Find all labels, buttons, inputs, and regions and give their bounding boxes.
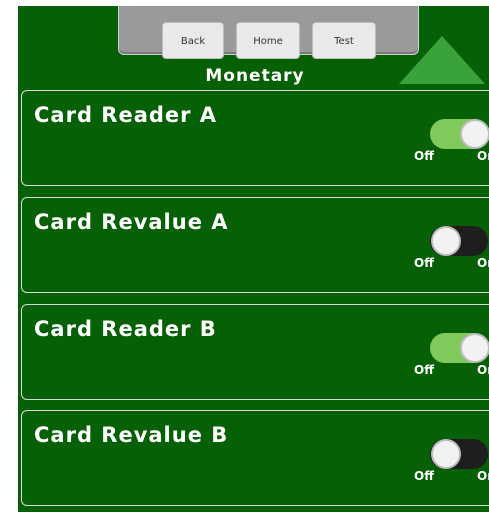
card-title: Card Revalue A	[34, 210, 229, 234]
toggle-off-label: Off	[414, 363, 434, 377]
card-title: Card Reader B	[34, 317, 217, 341]
toggle-switch[interactable]: Off On	[407, 224, 489, 276]
test-button[interactable]: Test	[312, 22, 376, 59]
home-button[interactable]: Home	[236, 22, 300, 59]
toggle-off-label: Off	[414, 149, 434, 163]
toggle-knob[interactable]	[431, 439, 461, 469]
toggle-track[interactable]	[430, 119, 489, 149]
toggle-knob[interactable]	[460, 333, 489, 363]
up-arrow-icon[interactable]	[399, 36, 485, 84]
toggle-off-label: Off	[414, 469, 434, 483]
back-button[interactable]: Back	[162, 22, 224, 59]
setting-card-card-reader-b: Card Reader B Off On	[21, 304, 489, 400]
toggle-on-label: On	[477, 363, 489, 377]
card-title: Card Revalue B	[34, 423, 229, 447]
card-title: Card Reader A	[34, 103, 218, 127]
setting-card-card-revalue-b: Card Revalue B Off On	[21, 410, 489, 506]
page-title: Monetary	[205, 66, 305, 86]
toggle-track[interactable]	[430, 226, 488, 256]
toggle-on-label: On	[477, 149, 489, 163]
toggle-track[interactable]	[430, 333, 489, 363]
toggle-knob[interactable]	[460, 119, 489, 149]
toggle-on-label: On	[477, 469, 489, 483]
toggle-off-label: Off	[414, 256, 434, 270]
setting-card-card-revalue-a: Card Revalue A Off On	[21, 197, 489, 293]
toggle-switch[interactable]: Off On	[407, 331, 489, 383]
toggle-switch[interactable]: Off On	[407, 437, 489, 489]
setting-card-card-reader-a: Card Reader A Off On	[21, 90, 489, 186]
toggle-on-label: On	[477, 256, 489, 270]
toggle-track[interactable]	[430, 439, 488, 469]
toggle-knob[interactable]	[431, 226, 461, 256]
toggle-switch[interactable]: Off On	[407, 117, 489, 169]
